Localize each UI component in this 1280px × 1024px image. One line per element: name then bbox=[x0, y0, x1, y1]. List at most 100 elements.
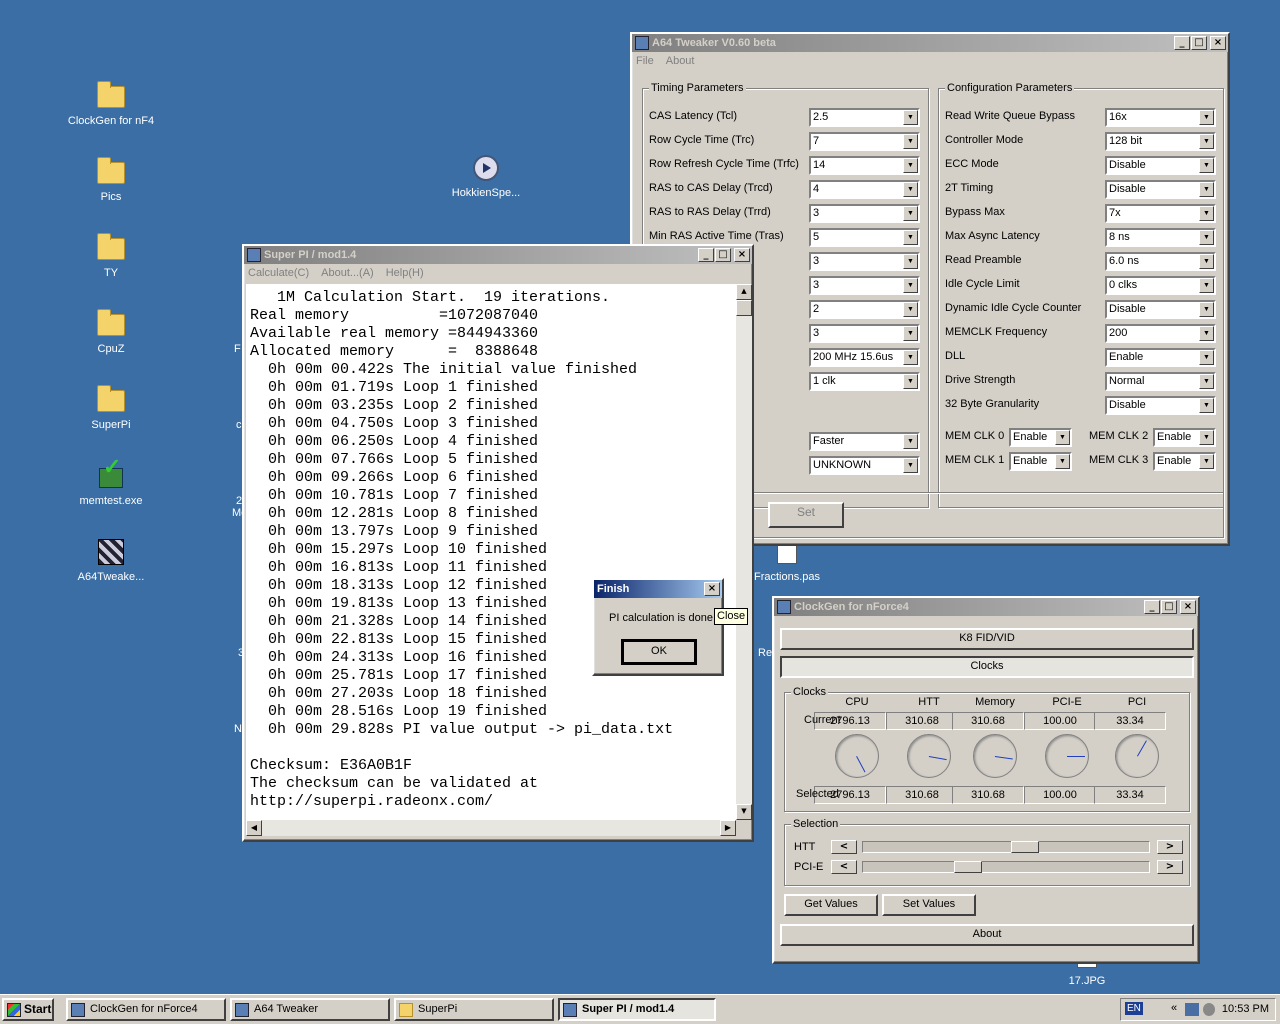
timing-select[interactable]: 7 ▼ bbox=[809, 132, 920, 151]
config-select[interactable]: 7x ▼ bbox=[1105, 204, 1216, 223]
menu-calculate[interactable]: Calculate(C) bbox=[248, 267, 309, 279]
tray-expand-icon[interactable]: « bbox=[1171, 1002, 1177, 1014]
clockgen-titlebar[interactable]: ClockGen for nForce4 _ □ × bbox=[774, 598, 1198, 616]
maximize-button[interactable]: □ bbox=[1161, 600, 1177, 614]
memclk-select[interactable]: Enable ▼ bbox=[1009, 428, 1072, 447]
desktop-icon-memtest-exe[interactable]: ✓ memtest.exe bbox=[66, 456, 156, 508]
config-select[interactable]: 16x ▼ bbox=[1105, 108, 1216, 127]
chevron-down-icon[interactable]: ▼ bbox=[1199, 374, 1214, 389]
chevron-down-icon[interactable]: ▼ bbox=[1055, 454, 1070, 469]
desktop-icon-pics[interactable]: Pics bbox=[66, 156, 156, 204]
slider-track[interactable] bbox=[862, 861, 1150, 873]
chevron-down-icon[interactable]: ▼ bbox=[903, 278, 918, 293]
set-values-button[interactable]: Set Values bbox=[882, 894, 976, 916]
chevron-down-icon[interactable]: ▼ bbox=[903, 158, 918, 173]
network-icon[interactable] bbox=[1185, 1003, 1199, 1016]
taskbar-item[interactable]: SuperPi bbox=[394, 998, 554, 1021]
menu-about[interactable]: About...(A) bbox=[321, 267, 374, 279]
taskbar-item[interactable]: A64 Tweaker bbox=[230, 998, 390, 1021]
superpi-window[interactable]: Super PI / mod1.4 _ □ × Calculate(C) About.… bbox=[242, 244, 754, 842]
timing-select[interactable]: 2.5 ▼ bbox=[809, 108, 920, 127]
tweaker-titlebar[interactable]: A64 Tweaker V0.60 beta _ □ × bbox=[632, 34, 1228, 52]
taskbar-item[interactable]: ClockGen for nForce4 bbox=[66, 998, 226, 1021]
config-select[interactable]: Normal ▼ bbox=[1105, 372, 1216, 391]
extra-select[interactable]: Faster ▼ bbox=[809, 432, 920, 451]
timing-select[interactable]: 200 MHz 15.6us ▼ bbox=[809, 348, 920, 367]
timing-select[interactable]: 14 ▼ bbox=[809, 156, 920, 175]
timing-select[interactable]: 3 ▼ bbox=[809, 276, 920, 295]
slider-left-arrow[interactable]: < bbox=[831, 840, 857, 854]
chevron-down-icon[interactable]: ▼ bbox=[1199, 206, 1214, 221]
config-select[interactable]: Disable ▼ bbox=[1105, 180, 1216, 199]
chevron-down-icon[interactable]: ▼ bbox=[903, 302, 918, 317]
menu-about[interactable]: About bbox=[666, 55, 695, 67]
superpi-titlebar[interactable]: Super PI / mod1.4 _ □ × bbox=[244, 246, 752, 264]
timing-select[interactable]: 2 ▼ bbox=[809, 300, 920, 319]
minimize-button[interactable]: _ bbox=[1144, 600, 1160, 614]
chevron-down-icon[interactable]: ▼ bbox=[1055, 430, 1070, 445]
chevron-down-icon[interactable]: ▼ bbox=[1199, 278, 1214, 293]
config-select[interactable]: Enable ▼ bbox=[1105, 348, 1216, 367]
taskbar-item[interactable]: Super PI / mod1.4 bbox=[558, 998, 716, 1021]
config-select[interactable]: Disable ▼ bbox=[1105, 396, 1216, 415]
chevron-down-icon[interactable]: ▼ bbox=[1199, 254, 1214, 269]
memclk-select[interactable]: Enable ▼ bbox=[1153, 452, 1216, 471]
desktop-icon-hokkienspe-[interactable]: HokkienSpe... bbox=[441, 152, 531, 200]
chevron-down-icon[interactable]: ▼ bbox=[903, 434, 918, 449]
config-select[interactable]: 0 clks ▼ bbox=[1105, 276, 1216, 295]
clockgen-window[interactable]: ClockGen for nForce4 _ □ × K8 FID/VID Cloc… bbox=[772, 596, 1200, 964]
config-select[interactable]: 6.0 ns ▼ bbox=[1105, 252, 1216, 271]
slider-thumb[interactable] bbox=[954, 861, 982, 873]
get-values-button[interactable]: Get Values bbox=[784, 894, 878, 916]
timing-select[interactable]: 4 ▼ bbox=[809, 180, 920, 199]
chevron-down-icon[interactable]: ▼ bbox=[903, 458, 918, 473]
close-button[interactable]: × bbox=[734, 248, 750, 262]
chevron-down-icon[interactable]: ▼ bbox=[903, 254, 918, 269]
finish-dialog[interactable]: Finish × PI calculation is done! OK bbox=[592, 578, 724, 676]
desktop-icon-ty[interactable]: TY bbox=[66, 232, 156, 280]
vertical-scrollbar[interactable]: ▲ ▼ bbox=[736, 284, 752, 820]
chevron-down-icon[interactable]: ▼ bbox=[903, 326, 918, 341]
desktop-icon-clockgen-for-nf4[interactable]: ClockGen for nF4 bbox=[66, 80, 156, 128]
chevron-down-icon[interactable]: ▼ bbox=[1199, 350, 1214, 365]
slider-right-arrow[interactable]: > bbox=[1157, 840, 1183, 854]
close-button[interactable]: × bbox=[1180, 600, 1196, 614]
close-button[interactable]: × bbox=[1210, 36, 1226, 50]
chevron-down-icon[interactable]: ▼ bbox=[1199, 398, 1214, 413]
menu-help[interactable]: Help(H) bbox=[386, 267, 424, 279]
maximize-button[interactable]: □ bbox=[715, 248, 731, 262]
output-area[interactable]: 1M Calculation Start. 19 iterations. Real… bbox=[246, 284, 736, 820]
config-select[interactable]: Disable ▼ bbox=[1105, 156, 1216, 175]
chevron-down-icon[interactable]: ▼ bbox=[903, 206, 918, 221]
chevron-down-icon[interactable]: ▼ bbox=[1199, 134, 1214, 149]
chevron-down-icon[interactable]: ▼ bbox=[1199, 430, 1214, 445]
config-select[interactable]: Disable ▼ bbox=[1105, 300, 1216, 319]
timing-select[interactable]: 3 ▼ bbox=[809, 204, 920, 223]
timing-select[interactable]: 3 ▼ bbox=[809, 324, 920, 343]
config-select[interactable]: 8 ns ▼ bbox=[1105, 228, 1216, 247]
chevron-down-icon[interactable]: ▼ bbox=[1199, 158, 1214, 173]
set-button[interactable]: Set bbox=[768, 502, 844, 528]
slider-track[interactable] bbox=[862, 841, 1150, 853]
tab-k8-fid-vid[interactable]: K8 FID/VID bbox=[780, 628, 1194, 650]
language-indicator[interactable]: EN bbox=[1125, 1002, 1143, 1015]
timing-select[interactable]: 5 ▼ bbox=[809, 228, 920, 247]
ok-button[interactable]: OK bbox=[621, 639, 697, 665]
desktop-icon-a64tweake-[interactable]: A64Tweake... bbox=[66, 536, 156, 584]
chevron-down-icon[interactable]: ▼ bbox=[903, 350, 918, 365]
chevron-down-icon[interactable]: ▼ bbox=[903, 134, 918, 149]
config-select[interactable]: 200 ▼ bbox=[1105, 324, 1216, 343]
menu-file[interactable]: File bbox=[636, 55, 654, 67]
minimize-button[interactable]: _ bbox=[698, 248, 714, 262]
finish-titlebar[interactable]: Finish × bbox=[594, 580, 722, 598]
config-select[interactable]: 128 bit ▼ bbox=[1105, 132, 1216, 151]
maximize-button[interactable]: □ bbox=[1191, 36, 1207, 50]
slider-thumb[interactable] bbox=[1011, 841, 1040, 853]
memclk-select[interactable]: Enable ▼ bbox=[1009, 452, 1072, 471]
about-button[interactable]: About bbox=[780, 924, 1194, 946]
chevron-down-icon[interactable]: ▼ bbox=[903, 182, 918, 197]
chevron-down-icon[interactable]: ▼ bbox=[903, 230, 918, 245]
minimize-button[interactable]: _ bbox=[1174, 36, 1190, 50]
chevron-down-icon[interactable]: ▼ bbox=[903, 374, 918, 389]
chevron-down-icon[interactable]: ▼ bbox=[1199, 326, 1214, 341]
